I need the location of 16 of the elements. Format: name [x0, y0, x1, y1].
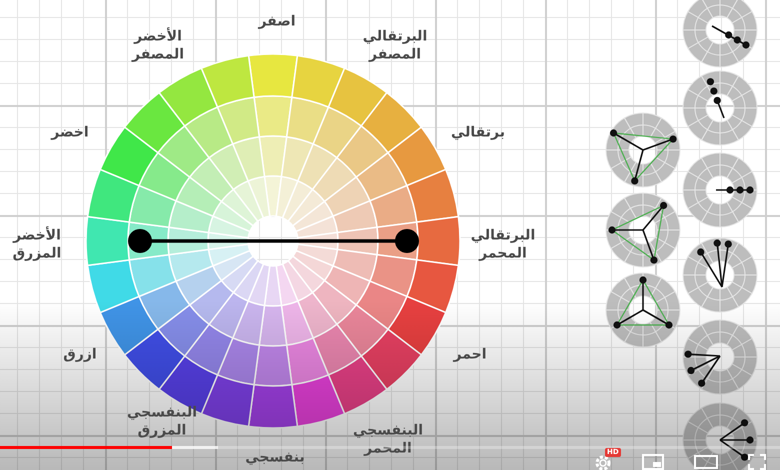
fullscreen-icon[interactable] [748, 454, 766, 470]
color-name-label: اخضر [51, 124, 89, 142]
color-name-label: ازرق [63, 346, 97, 364]
color-name-label: برتقالي [451, 124, 505, 142]
color-name-label: البرتقالي المحمر [470, 228, 536, 262]
color-name-label: اصفر [258, 13, 296, 31]
color-name-label: الأخضر المصفر [132, 28, 184, 64]
color-name-label: البنفسجي المزرق [126, 404, 198, 440]
color-name-label: البرتقالي المصفر [362, 28, 428, 64]
settings-icon[interactable] [594, 454, 612, 470]
color-name-label: بنفسجي [245, 449, 305, 467]
color-name-label: البنفسجي المحمر [352, 422, 424, 458]
miniplayer-icon[interactable] [642, 454, 664, 470]
color-name-label: الأخضر المزرق [12, 228, 62, 262]
theater-mode-icon[interactable] [694, 454, 718, 470]
color-name-label: احمر [454, 346, 486, 364]
